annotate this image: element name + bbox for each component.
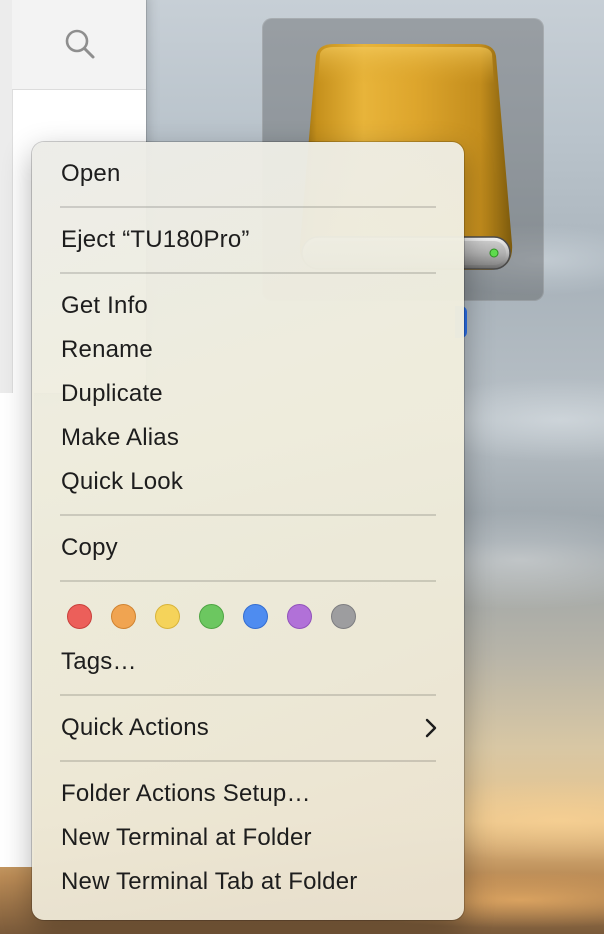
tag-color-yellow[interactable]	[155, 603, 180, 629]
menu-separator	[60, 694, 436, 696]
menu-item-make-alias[interactable]: Make Alias	[32, 416, 464, 460]
context-menu: Open Eject “TU180Pro” Get Info Rename Du…	[32, 142, 464, 920]
tag-color-green[interactable]	[199, 603, 224, 629]
menu-item-get-info[interactable]: Get Info	[32, 284, 464, 328]
menu-separator	[60, 760, 436, 762]
menu-item-open[interactable]: Open	[32, 152, 464, 196]
menu-item-duplicate[interactable]: Duplicate	[32, 372, 464, 416]
menu-item-eject[interactable]: Eject “TU180Pro”	[32, 218, 464, 262]
tag-color-gray[interactable]	[331, 603, 356, 629]
menu-item-copy[interactable]: Copy	[32, 526, 464, 570]
menu-item-quick-look[interactable]: Quick Look	[32, 460, 464, 504]
finder-window-lower-edge	[0, 393, 34, 867]
tag-color-red[interactable]	[67, 603, 92, 629]
desktop-background: Open Eject “TU180Pro” Get Info Rename Du…	[0, 0, 604, 934]
menu-separator	[60, 514, 436, 516]
menu-separator	[60, 580, 436, 582]
tag-color-orange[interactable]	[111, 603, 136, 629]
menu-item-rename[interactable]: Rename	[32, 328, 464, 372]
finder-toolbar	[12, 0, 146, 90]
menu-item-tags[interactable]: Tags…	[32, 640, 464, 684]
tag-color-blue[interactable]	[243, 603, 268, 629]
menu-item-quick-actions[interactable]: Quick Actions	[32, 706, 464, 750]
menu-separator	[60, 272, 436, 274]
menu-item-folder-actions-setup[interactable]: Folder Actions Setup…	[32, 772, 464, 816]
tag-color-picker	[32, 592, 464, 640]
menu-item-quick-actions-label: Quick Actions	[61, 714, 209, 741]
search-icon[interactable]	[62, 26, 98, 62]
menu-item-new-terminal-at-folder[interactable]: New Terminal at Folder	[32, 816, 464, 860]
menu-separator	[60, 206, 436, 208]
chevron-right-icon	[425, 718, 437, 738]
tag-color-purple[interactable]	[287, 603, 312, 629]
menu-item-new-terminal-tab-at-folder[interactable]: New Terminal Tab at Folder	[32, 860, 464, 904]
